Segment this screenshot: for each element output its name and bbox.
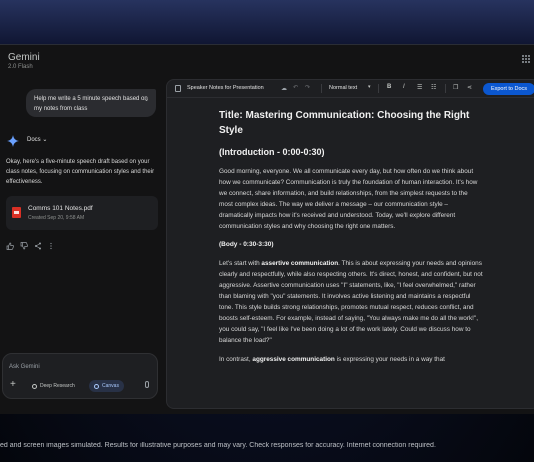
copy-icon[interactable]: ❐ [453, 84, 458, 91]
body-p2-post: is expressing your needs in a way that [334, 356, 445, 363]
toolbar-divider [321, 84, 322, 93]
assistant-reply: Okay, here's a five-minute speech draft … [6, 159, 155, 185]
file-name: Comms 101 Notes.pdf [28, 205, 93, 212]
share-icon[interactable] [34, 242, 42, 250]
redo-icon[interactable]: ↷ [305, 84, 310, 91]
top-glow [0, 0, 534, 44]
prompt-input[interactable]: Ask Gemini + Deep Research Canvas [2, 353, 158, 399]
gemini-spark-icon [7, 135, 19, 147]
docs-dropdown[interactable]: Docs ⌄ [27, 136, 47, 143]
prompt-placeholder: Ask Gemini [9, 364, 40, 370]
canvas-button[interactable]: Canvas [89, 380, 124, 392]
chevron-down-icon: ⌄ [42, 137, 48, 143]
share-icon[interactable]: ⋖ [467, 84, 472, 91]
app-title: Gemini [8, 52, 40, 63]
numbered-list-icon[interactable]: ☷ [431, 84, 436, 91]
more-vert-icon[interactable] [48, 242, 54, 250]
bulleted-list-icon[interactable]: ☰ [417, 84, 422, 91]
toolbar-divider [378, 84, 379, 93]
add-icon[interactable]: + [10, 380, 16, 390]
gemini-window: Gemini 2.0 Flash Help me write a 5 minut… [0, 44, 534, 414]
text-style-select[interactable]: Normal text [329, 85, 357, 91]
canvas-label: Canvas [102, 383, 119, 389]
file-meta: Created Sep 20, 9:58 AM [28, 215, 85, 221]
canvas-icon [94, 383, 99, 389]
italic-button[interactable]: I [403, 84, 405, 90]
export-to-docs-button[interactable]: Export to Docs [483, 83, 534, 95]
user-message: Help me write a 5 minute speech based on… [26, 89, 156, 117]
response-actions [6, 242, 54, 250]
canvas-toolbar: Speaker Notes for Presentation ☁ ↶ ↷ Nor… [167, 80, 534, 98]
body-p1-bold: assertive communication [261, 260, 339, 267]
user-message-text: Help me write a 5 minute speech based on… [34, 96, 148, 112]
file-card[interactable]: Comms 101 Notes.pdf Created Sep 20, 9:58… [6, 196, 158, 230]
thumbs-down-icon[interactable] [20, 242, 28, 250]
model-label[interactable]: 2.0 Flash [8, 64, 33, 70]
mic-icon[interactable] [145, 381, 149, 388]
intro-paragraph: Good morning, everyone. We all communica… [219, 168, 478, 230]
bold-button[interactable]: B [387, 84, 391, 90]
section-intro-heading: (Introduction - 0:00-0:30) [219, 147, 325, 157]
chevron-down-icon[interactable]: ⌄ [144, 95, 149, 105]
canvas-doc-title[interactable]: Speaker Notes for Presentation [187, 85, 264, 91]
dropdown-caret-icon[interactable]: ▾ [368, 84, 371, 90]
canvas-document[interactable]: Title: Mastering Communication: Choosing… [219, 108, 483, 365]
section-body-heading: (Body - 0:30-3:30) [219, 241, 274, 248]
document-icon [175, 85, 181, 92]
toolbar-divider [445, 84, 446, 93]
thumbs-up-icon[interactable] [6, 242, 14, 250]
body-p2-bold: aggressive communication [252, 356, 335, 363]
canvas-panel: Speaker Notes for Presentation ☁ ↶ ↷ Nor… [166, 79, 534, 409]
pdf-icon [12, 207, 21, 218]
cloud-saved-icon: ☁ [281, 86, 287, 92]
doc-heading: Title: Mastering Communication: Choosing… [219, 110, 470, 136]
deep-research-label: Deep Research [40, 383, 75, 389]
body-p2-pre: In contrast, [219, 356, 253, 363]
body-p1-post: . This is about expressing your needs an… [219, 260, 483, 344]
apps-grid-icon[interactable] [522, 55, 530, 63]
globe-icon [32, 383, 37, 389]
body-paragraph-1: Let's start with assertive communication… [219, 258, 483, 346]
body-p1-pre: Let's start with [219, 260, 262, 267]
disclaimer-text: ed and screen images simulated. Results … [0, 442, 436, 449]
deep-research-button[interactable]: Deep Research [27, 380, 80, 392]
undo-icon[interactable]: ↶ [293, 84, 298, 91]
docs-label: Docs [27, 137, 41, 143]
body-paragraph-2: In contrast, aggressive communication is… [219, 354, 483, 365]
